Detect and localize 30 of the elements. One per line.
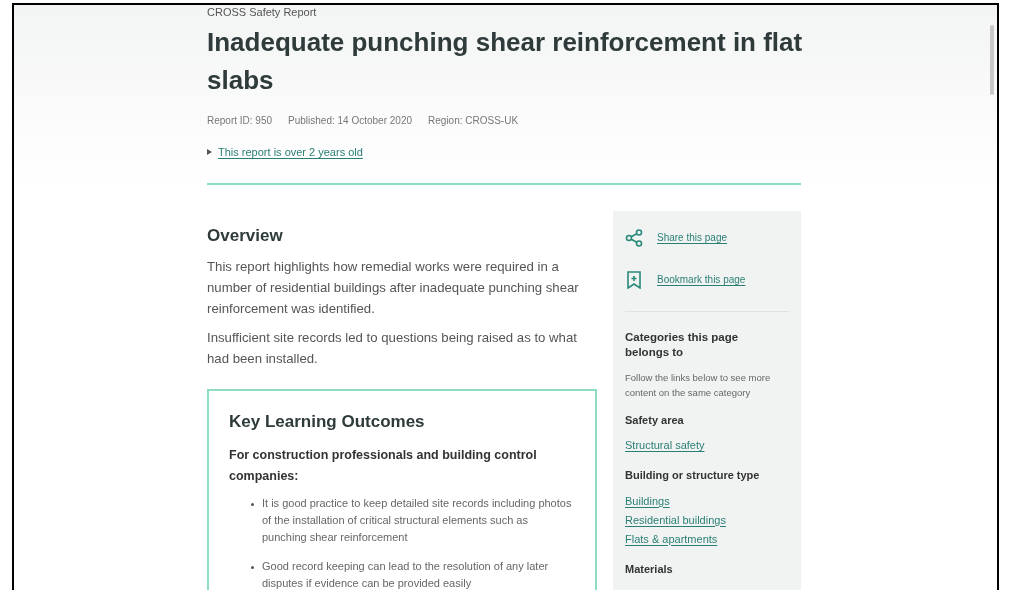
sidebar-action-link[interactable]: Share this page: [657, 230, 728, 245]
category-link[interactable]: Residential buildings: [625, 510, 789, 530]
section-heading: Overview: [207, 224, 284, 247]
share-icon: [625, 228, 643, 247]
overview-paragraph: Insufficient site records led to questions being raised as to what had been installed.: [207, 329, 578, 368]
bullet-icon: [251, 565, 254, 569]
categories-hint: Follow the links below to see more content on the same category: [625, 370, 772, 400]
report-meta: Published: 14 October 2020: [288, 114, 413, 128]
page-title: Inadequate punching shear reinforcement in flat slabs: [207, 26, 804, 97]
bullet-icon: [251, 502, 254, 506]
category-link[interactable]: Buildings: [625, 491, 789, 511]
bookmark-icon: [627, 270, 641, 289]
caret-icon: [207, 149, 212, 156]
audience-heading: For construction professionals and building control companies:: [229, 446, 538, 485]
card-heading: Key Learning Outcomes: [229, 411, 426, 433]
learning-point: It is good practice to keep detailed site records including photos of the installation of critical structural elements such as punching shear reinforcement: [262, 495, 573, 545]
overview-paragraph: This report highlights how remedial works were required in a number of residential buildings after inadequate punching shear reinforcement was identified.: [207, 258, 580, 318]
categories-heading: Categories this page belongs to: [625, 329, 740, 360]
category-link[interactable]: Flats & apartments: [625, 529, 789, 549]
age-notice-toggle[interactable]: This report is over 2 years old: [207, 144, 363, 161]
category-group-heading: Safety area: [625, 412, 685, 428]
scrollbar-thumb[interactable]: [990, 25, 994, 95]
category-group-heading: Materials: [625, 561, 674, 577]
report-meta: Region: CROSS-UK: [428, 114, 519, 128]
report-meta: Report ID: 950: [207, 114, 273, 128]
sidebar-action-link[interactable]: Bookmark this page: [657, 272, 746, 287]
report-type: CROSS Safety Report: [207, 5, 318, 19]
learning-point: Good record keeping can lead to the resolution of any later disputes if evidence can be provided easily: [262, 558, 550, 590]
category-link[interactable]: Structural safety: [625, 436, 789, 455]
category-group-heading: Building or structure type: [625, 468, 761, 483]
